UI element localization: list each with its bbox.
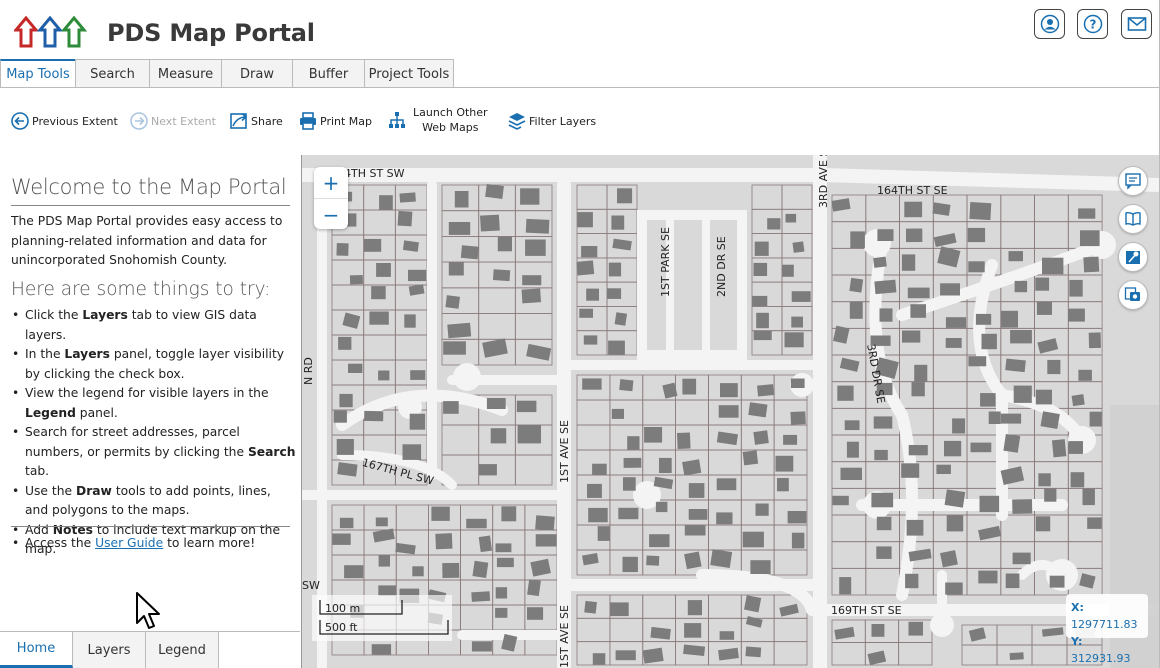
intro-text: The PDS Map Portal provides easy access … [11,214,283,267]
tips-heading: Here are some things to try: [11,279,271,300]
list-item: Search for street addresses, parcel numb… [11,423,296,482]
contact-button[interactable] [1121,9,1152,39]
tab-measure[interactable]: Measure [149,59,222,88]
list-item: In the Layers panel, toggle layer visibi… [11,345,296,384]
street-label: 1ST AVE SE [558,605,571,668]
previous-extent-label: Previous Extent [32,114,118,128]
map-toolbar: Previous Extent Next Extent Share Print … [0,88,1160,154]
x-coordinate: 1297711.83 [1071,618,1138,631]
street-label: 1ST AVE SE [558,420,571,483]
notes-button[interactable] [1118,166,1148,196]
app-header: PDS Map Portal ? [0,0,1160,58]
tab-buffer[interactable]: Buffer [292,59,365,88]
sitemap-icon [389,112,405,128]
map-basemap[interactable] [302,155,1159,668]
svg-text:?: ? [1089,18,1096,32]
layers-filter-icon [508,113,526,130]
mail-icon [1127,17,1146,31]
coordinate-readout: X: 1297711.83 Y: 312931.93 [1066,594,1148,665]
street-label: 164TH ST SE [877,184,948,197]
share-button[interactable]: Share [229,111,283,131]
divider [11,205,290,206]
tab-layers[interactable]: Layers [73,632,146,668]
mouse-pointer-icon [136,592,160,629]
street-label: SW [302,579,320,592]
street-label: N RD [302,357,315,385]
street-label: 1ST PARK SE [659,227,672,297]
tips-list: Click the Layers tab to view GIS data la… [11,306,296,560]
filter-layers-label: Filter Layers [529,114,597,128]
scale-imperial-label: 500 ft [325,621,358,634]
launch-web-maps-button[interactable]: Launch Other Web Maps [387,105,488,135]
tab-home[interactable]: Home [0,632,73,668]
street-label: 3RD AVE SE [817,155,830,208]
panel-title: Welcome to the Map Portal [11,175,287,199]
guide-book-button[interactable] [1118,204,1148,234]
zoom-out-button[interactable]: − [314,199,348,230]
help-button[interactable]: ? [1077,9,1108,39]
arrow-left-circle-icon [11,112,29,130]
app-title: PDS Map Portal [107,19,315,47]
user-guide-link[interactable]: User Guide [95,536,163,550]
share-label: Share [251,114,283,128]
screenshot-button[interactable] [1118,280,1148,310]
launch-label-line2: Web Maps [422,121,479,134]
user-button[interactable] [1034,9,1065,39]
map-view[interactable]: 164TH ST SW 164TH ST SE 3RD AVE SE 1ST P… [301,155,1159,668]
list-item: Use the Draw tools to add points, lines,… [11,482,296,521]
list-item: Click the Layers tab to view GIS data la… [11,306,296,345]
main-tab-bar: Map Tools Search Measure Draw Buffer Pro… [0,59,454,88]
scale-metric-label: 100 m [325,602,361,615]
zoom-in-button[interactable]: + [314,167,348,198]
next-extent-button[interactable]: Next Extent [129,111,216,131]
print-map-button[interactable]: Print Map [298,111,372,131]
tab-project-tools[interactable]: Project Tools [364,59,454,88]
share-icon [230,112,248,129]
print-map-label: Print Map [320,114,373,128]
arrow-right-circle-icon [130,112,148,130]
help-icon: ? [1083,14,1102,34]
list-item: View the legend for visible layers in th… [11,384,296,423]
street-label: 2ND DR SE [715,236,728,297]
street-label: 169TH ST SE [831,604,902,617]
zoom-control: + − [314,167,348,229]
user-icon [1040,14,1059,34]
printer-icon [300,112,316,130]
notes-icon [1125,173,1141,190]
y-coordinate: 312931.93 [1071,652,1131,665]
filter-layers-button[interactable]: Filter Layers [507,111,596,131]
identify-button[interactable] [1118,242,1148,272]
tab-map-tools[interactable]: Map Tools [0,59,76,88]
guide-item: Access the User Guide to learn more! [11,534,255,554]
next-extent-label: Next Extent [151,114,216,128]
tab-draw[interactable]: Draw [221,59,293,88]
launch-label-line1: Launch Other [413,106,488,119]
panel-tab-bar: Home Layers Legend [0,631,300,668]
scale-bar: 100 m 500 ft [312,595,452,641]
tab-search[interactable]: Search [75,59,150,88]
divider [11,526,290,527]
camera-copy-icon [1124,287,1140,301]
book-icon [1125,211,1141,226]
previous-extent-button[interactable]: Previous Extent [10,111,118,131]
map-pin-icon [1126,251,1140,264]
pds-logo-icon [14,16,88,48]
tab-legend[interactable]: Legend [146,632,219,668]
